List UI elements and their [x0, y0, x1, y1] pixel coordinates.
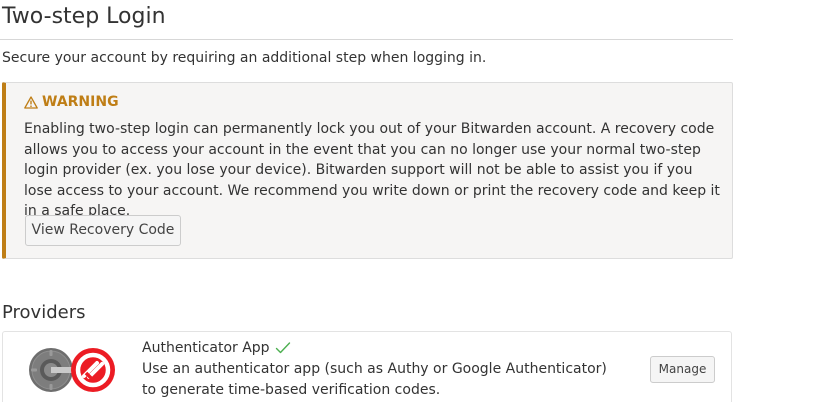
provider-item-authenticator-app: Authenticator App Use an authenticator a…: [2, 331, 732, 402]
authenticator-app-logo-icon: [27, 346, 121, 394]
providers-heading: Providers: [2, 302, 86, 323]
warning-heading-label: WARNING: [42, 94, 119, 110]
page-title: Two-step Login: [2, 4, 166, 29]
page-description: Secure your account by requiring an addi…: [2, 50, 487, 66]
warning-callout: WARNING Enabling two-step login can perm…: [2, 82, 733, 259]
provider-name: Authenticator App: [142, 339, 291, 357]
provider-name-label: Authenticator App: [142, 340, 270, 356]
warning-heading: WARNING: [24, 93, 119, 111]
warning-triangle-icon: [24, 95, 38, 109]
check-icon: [275, 341, 291, 355]
warning-text: Enabling two-step login can permanently …: [24, 121, 720, 220]
two-step-login-page: Two-step Login Secure your account by re…: [0, 0, 821, 402]
provider-description: Use an authenticator app (such as Authy …: [142, 361, 607, 398]
view-recovery-code-button[interactable]: View Recovery Code: [25, 215, 181, 246]
title-divider: [0, 39, 733, 40]
manage-button[interactable]: Manage: [650, 356, 715, 383]
